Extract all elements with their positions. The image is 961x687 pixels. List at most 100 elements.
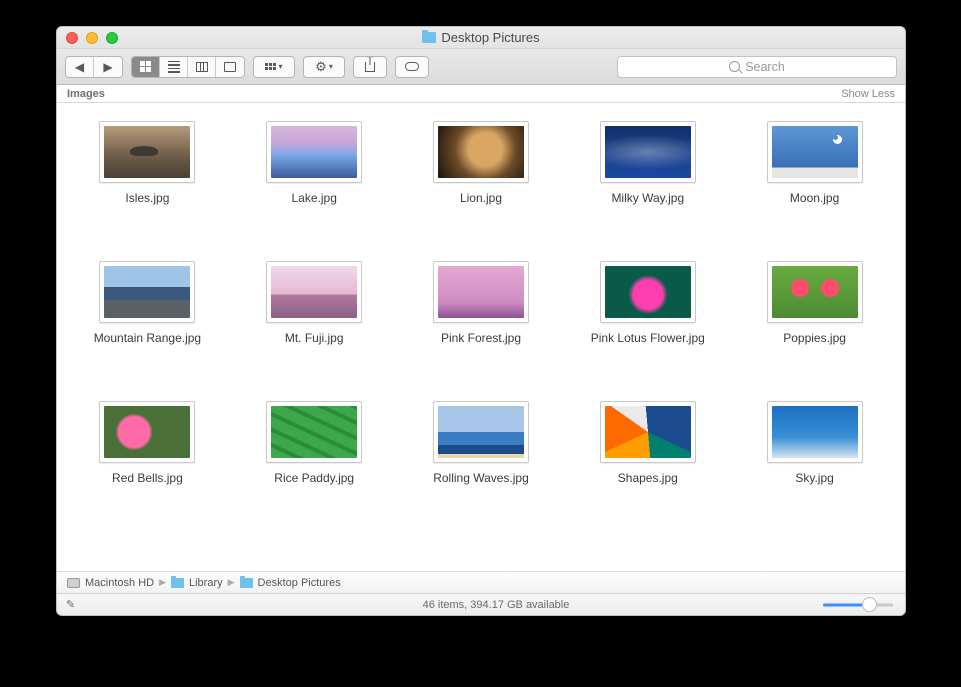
- file-item[interactable]: Poppies.jpg: [736, 261, 893, 345]
- file-name: Lion.jpg: [460, 191, 502, 205]
- edit-icon[interactable]: ✎: [57, 598, 87, 611]
- show-less-button[interactable]: Show Less: [841, 88, 895, 100]
- file-name: Moon.jpg: [790, 191, 839, 205]
- thumbnail-image: [271, 126, 357, 178]
- window-controls: [57, 32, 118, 44]
- thumbnail: [767, 121, 863, 183]
- edit-tags-button[interactable]: [396, 57, 428, 77]
- content-area: Isles.jpg Lake.jpg Lion.jpg Milky Way.jpg Mo…: [57, 103, 905, 571]
- action-menu: ⚙▾: [303, 56, 345, 78]
- icon-size-slider[interactable]: [823, 603, 893, 606]
- titlebar: Desktop Pictures: [57, 27, 905, 49]
- thumbnail: [433, 121, 529, 183]
- file-item[interactable]: Mt. Fuji.jpg: [236, 261, 393, 345]
- thumbnail: [266, 261, 362, 323]
- file-name: Sky.jpg: [795, 471, 833, 485]
- thumbnail: [99, 261, 195, 323]
- thumbnail-image: [104, 266, 190, 318]
- file-name: Rice Paddy.jpg: [274, 471, 354, 485]
- file-name: Pink Forest.jpg: [441, 331, 521, 345]
- file-item[interactable]: Moon.jpg: [736, 121, 893, 205]
- path-seg-3[interactable]: Desktop Pictures: [258, 577, 341, 589]
- file-item[interactable]: Lion.jpg: [403, 121, 560, 205]
- path-bar: Macintosh HD ▶ Library ▶ Desktop Picture…: [57, 571, 905, 593]
- search-field[interactable]: Search: [617, 56, 897, 78]
- thumbnail-image: [772, 266, 858, 318]
- close-button[interactable]: [66, 32, 78, 44]
- thumbnail-image: [605, 266, 691, 318]
- thumbnail: [99, 121, 195, 183]
- file-item[interactable]: Sky.jpg: [736, 401, 893, 485]
- thumbnail-image: [104, 126, 190, 178]
- file-item[interactable]: Mountain Range.jpg: [69, 261, 226, 345]
- zoom-button[interactable]: [106, 32, 118, 44]
- thumbnail-image: [104, 406, 190, 458]
- thumbnail-image: [438, 266, 524, 318]
- minimize-button[interactable]: [86, 32, 98, 44]
- search-icon: [729, 61, 740, 72]
- thumbnail: [600, 121, 696, 183]
- list-view-button[interactable]: [160, 57, 188, 77]
- thumbnail-image: [605, 406, 691, 458]
- share-group: [353, 56, 387, 78]
- arrange-button[interactable]: ▾: [254, 57, 294, 77]
- file-item[interactable]: Lake.jpg: [236, 121, 393, 205]
- tags-group: [395, 56, 429, 78]
- file-name: Isles.jpg: [125, 191, 169, 205]
- action-button[interactable]: ⚙▾: [304, 57, 344, 77]
- file-name: Mountain Range.jpg: [94, 331, 201, 345]
- file-name: Mt. Fuji.jpg: [285, 331, 344, 345]
- file-item[interactable]: Rolling Waves.jpg: [403, 401, 560, 485]
- thumbnail: [767, 401, 863, 463]
- file-name: Pink Lotus Flower.jpg: [591, 331, 705, 345]
- section-label: Images: [67, 88, 105, 100]
- folder-icon: [240, 578, 253, 588]
- folder-icon: [171, 578, 184, 588]
- thumbnail-image: [605, 126, 691, 178]
- chevron-right-icon: ▶: [159, 577, 166, 588]
- nav-buttons: ◀ ▶: [65, 56, 123, 78]
- icon-grid: Isles.jpg Lake.jpg Lion.jpg Milky Way.jpg Mo…: [69, 121, 893, 485]
- thumbnail: [99, 401, 195, 463]
- chevron-right-icon: ▶: [228, 577, 235, 588]
- coverflow-view-button[interactable]: [216, 57, 244, 77]
- path-seg-1[interactable]: Macintosh HD: [85, 577, 154, 589]
- file-item[interactable]: Milky Way.jpg: [569, 121, 726, 205]
- thumbnail-image: [772, 406, 858, 458]
- thumbnail: [600, 261, 696, 323]
- window-title: Desktop Pictures: [57, 30, 905, 45]
- toolbar: ◀ ▶ ▾ ⚙▾: [57, 49, 905, 85]
- thumbnail: [266, 121, 362, 183]
- icon-view-button[interactable]: [132, 57, 160, 77]
- path-seg-2[interactable]: Library: [189, 577, 223, 589]
- file-item[interactable]: Red Bells.jpg: [69, 401, 226, 485]
- file-item[interactable]: Isles.jpg: [69, 121, 226, 205]
- file-name: Red Bells.jpg: [112, 471, 183, 485]
- column-view-button[interactable]: [188, 57, 216, 77]
- thumbnail: [767, 261, 863, 323]
- thumbnail: [433, 261, 529, 323]
- view-mode-buttons: [131, 56, 245, 78]
- file-name: Lake.jpg: [292, 191, 337, 205]
- window-title-text: Desktop Pictures: [441, 30, 539, 45]
- status-text: 46 items, 394.17 GB available: [87, 599, 905, 611]
- thumbnail-image: [438, 406, 524, 458]
- thumbnail: [600, 401, 696, 463]
- file-name: Poppies.jpg: [783, 331, 846, 345]
- thumbnail-image: [271, 266, 357, 318]
- finder-window: Desktop Pictures ◀ ▶ ▾ ⚙▾: [56, 26, 906, 616]
- forward-button[interactable]: ▶: [94, 57, 122, 77]
- file-name: Shapes.jpg: [618, 471, 678, 485]
- thumbnail: [433, 401, 529, 463]
- file-item[interactable]: Pink Lotus Flower.jpg: [569, 261, 726, 345]
- file-name: Rolling Waves.jpg: [433, 471, 529, 485]
- file-item[interactable]: Shapes.jpg: [569, 401, 726, 485]
- folder-icon: [422, 32, 436, 43]
- thumbnail-image: [271, 406, 357, 458]
- file-item[interactable]: Rice Paddy.jpg: [236, 401, 393, 485]
- file-item[interactable]: Pink Forest.jpg: [403, 261, 560, 345]
- back-button[interactable]: ◀: [66, 57, 94, 77]
- arrange-menu: ▾: [253, 56, 295, 78]
- section-header: Images Show Less: [57, 85, 905, 103]
- share-button[interactable]: [354, 57, 386, 77]
